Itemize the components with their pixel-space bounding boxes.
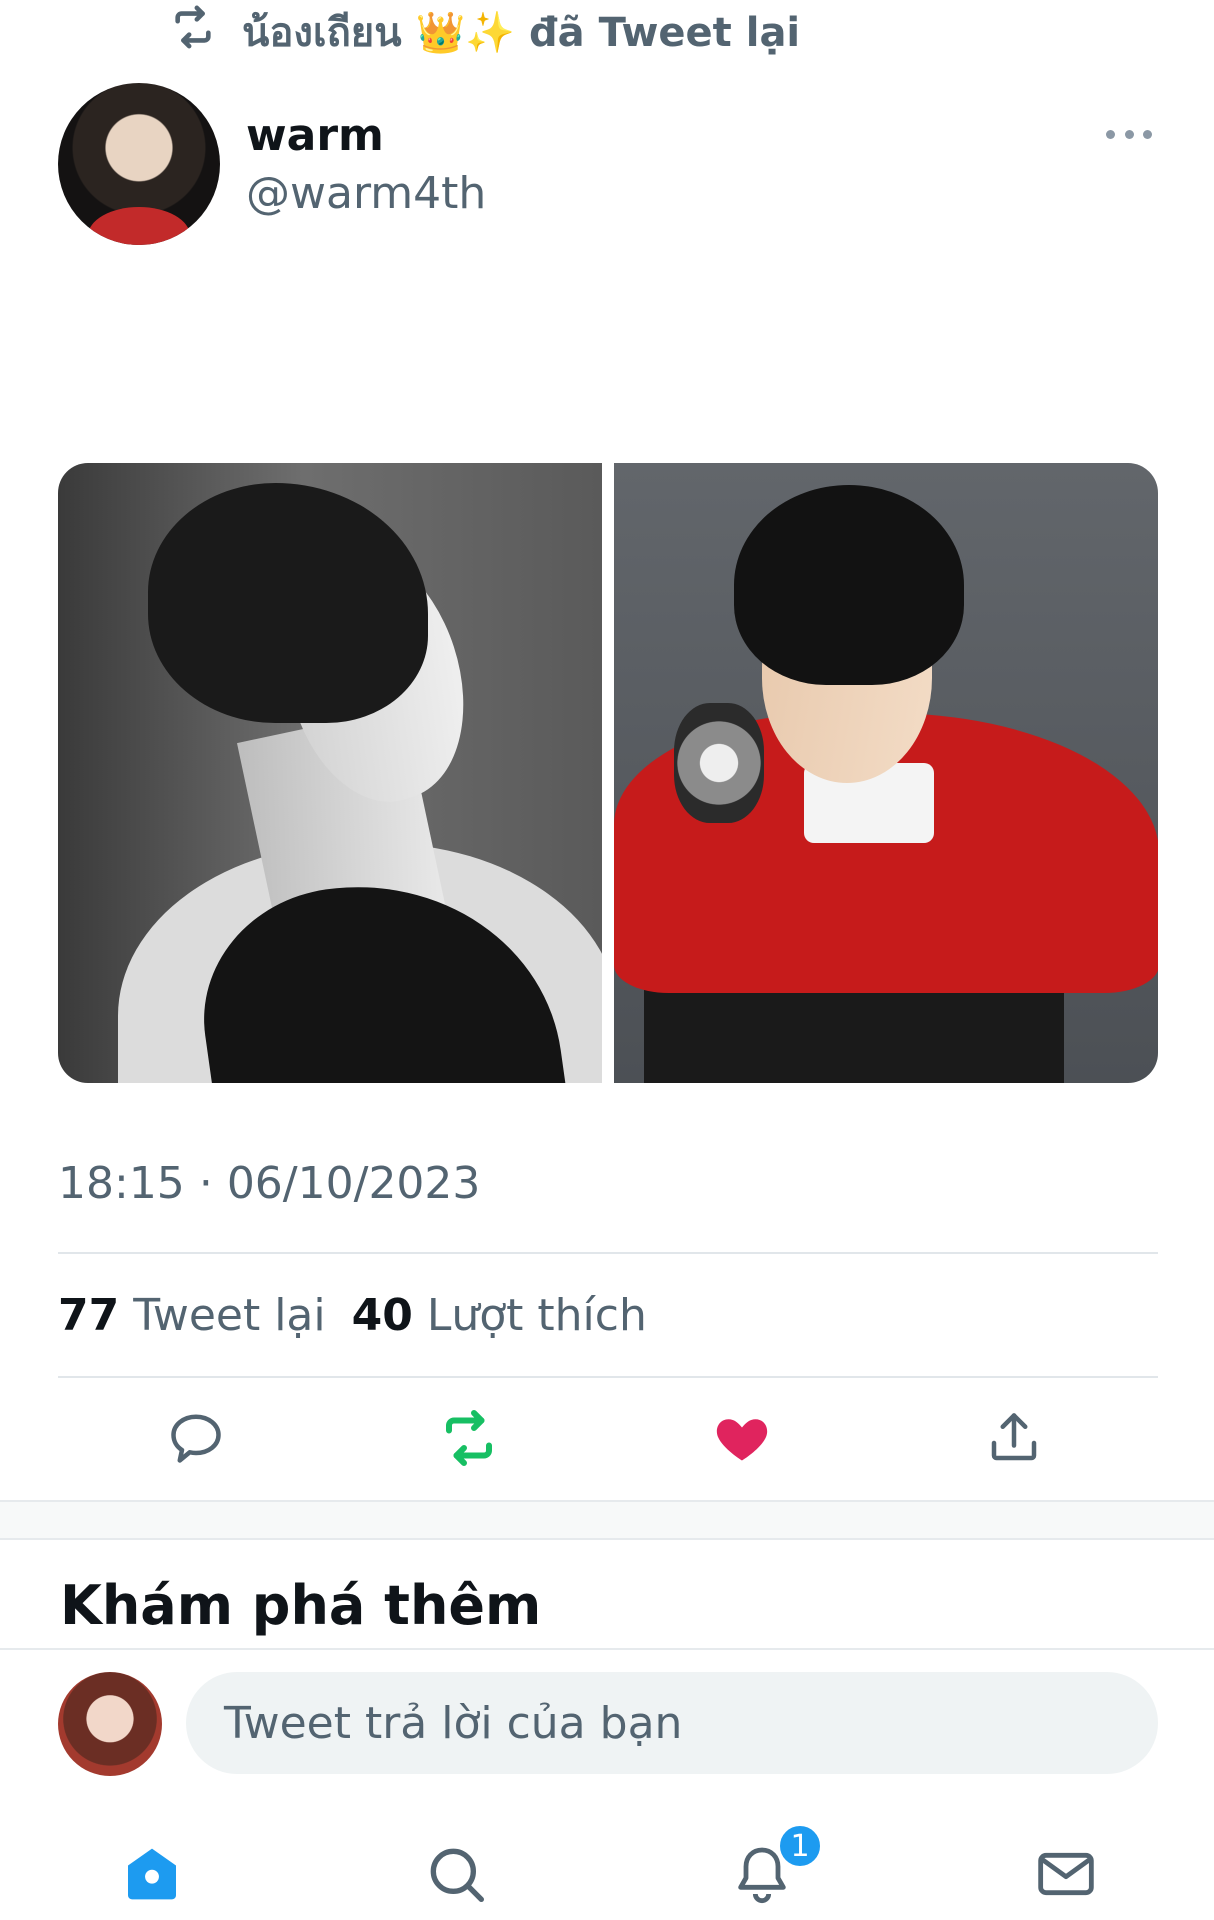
tweet-timestamp: 18:15 · 06/10/2023	[58, 1158, 480, 1209]
tweet-media	[58, 463, 1158, 1083]
mail-icon	[1038, 1852, 1094, 1896]
author-handle[interactable]: @warm4th	[246, 168, 486, 219]
tweet-time: 18:15	[58, 1158, 185, 1209]
share-button[interactable]	[984, 1408, 1044, 1468]
more-options-icon[interactable]	[1106, 114, 1152, 154]
share-icon	[991, 1413, 1037, 1461]
retweet-context-text: น้องเถียน 👑✨ đã Tweet lại	[242, 10, 801, 56]
retweets-stat[interactable]: 77 Tweet lại	[58, 1290, 326, 1341]
home-icon	[128, 1848, 176, 1900]
likes-stat[interactable]: 40 Lượt thích	[352, 1290, 647, 1341]
section-separator	[0, 1500, 1214, 1540]
timestamp-separator: ·	[198, 1158, 213, 1209]
tweet-text: 🐺 🐈	[58, 310, 1158, 703]
tweet-stats: 77 Tweet lại 40 Lượt thích	[58, 1290, 647, 1341]
tweet-photo-2[interactable]	[614, 463, 1158, 1083]
author-name[interactable]: warm	[246, 110, 384, 161]
retweet-icon	[446, 1410, 492, 1466]
tweet-actions	[0, 1408, 1214, 1478]
retweets-count: 77	[58, 1290, 120, 1341]
tweet-date: 06/10/2023	[226, 1158, 481, 1209]
tweet-photo-1[interactable]	[58, 463, 602, 1083]
notification-badge: 1	[776, 1822, 824, 1870]
nav-messages[interactable]	[1034, 1842, 1098, 1906]
likes-count: 40	[351, 1290, 413, 1341]
reply-input[interactable]: Tweet trả lời của bạn	[186, 1672, 1158, 1774]
nav-notifications[interactable]: 1	[730, 1822, 824, 1906]
explore-heading: Khám phá thêm	[60, 1574, 542, 1637]
nav-search[interactable]	[424, 1842, 488, 1906]
like-button[interactable]	[712, 1408, 772, 1468]
heart-icon	[716, 1419, 768, 1461]
retweet-button[interactable]	[439, 1408, 499, 1468]
likes-label: Lượt thích	[426, 1290, 647, 1341]
retweet-icon	[164, 4, 222, 60]
divider	[0, 1648, 1214, 1650]
nav-home[interactable]	[120, 1842, 184, 1906]
retweet-context[interactable]: น้องเถียน 👑✨ đã Tweet lại	[164, 4, 800, 60]
retweets-label: Tweet lại	[133, 1290, 326, 1341]
search-icon	[430, 1848, 484, 1902]
bottom-navigation: 1	[0, 1810, 1214, 1920]
divider	[58, 1376, 1158, 1378]
user-avatar[interactable]	[58, 1672, 162, 1776]
author-avatar[interactable]	[58, 83, 220, 245]
reply-button[interactable]	[166, 1408, 226, 1468]
comment-icon	[171, 1414, 221, 1463]
divider	[58, 1252, 1158, 1254]
